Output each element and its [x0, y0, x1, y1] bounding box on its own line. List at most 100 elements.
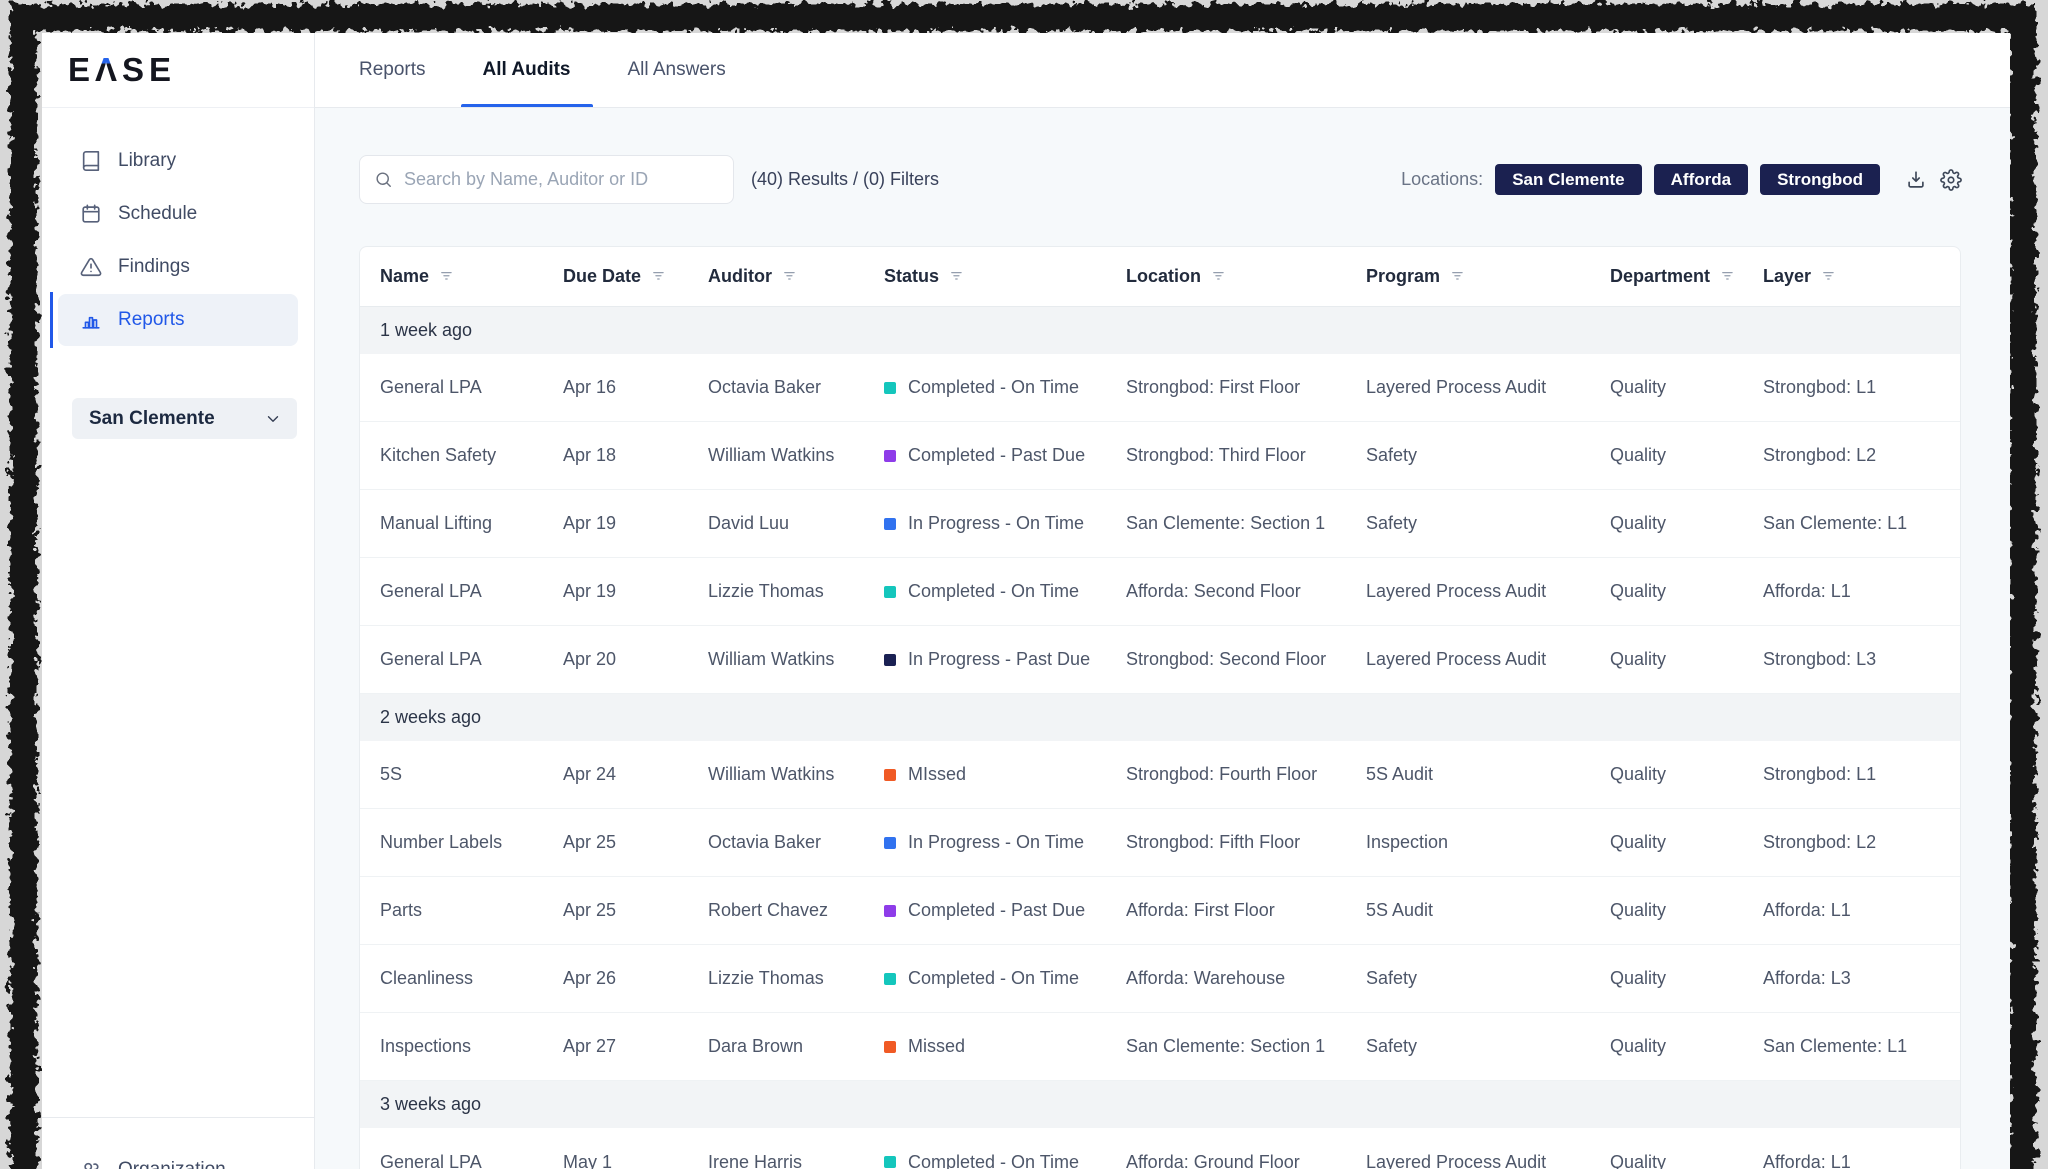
column-header-layer[interactable]: Layer [1763, 266, 1961, 287]
table-row[interactable]: Cleanliness Apr 26 Lizzie Thomas Complet… [360, 945, 1960, 1013]
cell-department: Quality [1610, 832, 1763, 853]
cell-status: In Progress - On Time [884, 513, 1126, 534]
audits-table: Name Due Date Auditor Status Location Pr… [359, 246, 1961, 1169]
cell-auditor: Robert Chavez [708, 900, 884, 921]
filter-icon[interactable] [1821, 268, 1838, 285]
search-input[interactable] [404, 169, 719, 190]
cell-due-date: Apr 27 [563, 1036, 708, 1057]
cell-name: Kitchen Safety [380, 445, 563, 466]
column-label: Program [1366, 266, 1440, 287]
column-header-due-date[interactable]: Due Date [563, 266, 708, 287]
sidebar-item-findings[interactable]: Findings [58, 241, 298, 293]
tab-label: All Answers [628, 59, 726, 81]
status-color-square [884, 973, 896, 985]
tab-all-audits[interactable]: All Audits [483, 33, 571, 107]
cell-auditor: William Watkins [708, 764, 884, 785]
sidebar-item-library[interactable]: Library [58, 135, 298, 187]
sidebar-bottom: Organization [42, 1117, 314, 1169]
sidebar-item-reports[interactable]: Reports [58, 294, 298, 346]
status-color-square [884, 1156, 896, 1168]
column-label: Auditor [708, 266, 772, 287]
cell-name: 5S [380, 764, 563, 785]
cell-department: Quality [1610, 649, 1763, 670]
cell-name: General LPA [380, 581, 563, 602]
column-label: Layer [1763, 266, 1811, 287]
table-row[interactable]: Number Labels Apr 25 Octavia Baker In Pr… [360, 809, 1960, 877]
ease-logo: EΛSE [68, 51, 176, 89]
table-row[interactable]: General LPA May 1 Irene Harris Completed… [360, 1128, 1960, 1169]
filter-icon[interactable] [1211, 268, 1228, 285]
cell-program: Safety [1366, 513, 1610, 534]
sidebar-location-selector[interactable]: San Clemente [72, 398, 297, 439]
cell-program: Safety [1366, 968, 1610, 989]
sidebar-item-label: Library [118, 150, 176, 172]
column-label: Status [884, 266, 939, 287]
filter-icon[interactable] [1450, 268, 1467, 285]
cell-auditor: Octavia Baker [708, 377, 884, 398]
group-header: 3 weeks ago [360, 1081, 1960, 1128]
table-row[interactable]: Inspections Apr 27 Dara Brown Missed San… [360, 1013, 1960, 1081]
settings-button[interactable] [1940, 169, 1962, 191]
cell-program: 5S Audit [1366, 764, 1610, 785]
cell-status: Completed - Past Due [884, 445, 1126, 466]
sidebar-item-label: Organization [118, 1159, 226, 1169]
sidebar-item-schedule[interactable]: Schedule [58, 188, 298, 240]
cell-department: Quality [1610, 1152, 1763, 1169]
cell-status: In Progress - Past Due [884, 649, 1126, 670]
cell-department: Quality [1610, 968, 1763, 989]
cell-location: San Clemente: Section 1 [1126, 1036, 1366, 1057]
cell-location: San Clemente: Section 1 [1126, 513, 1366, 534]
table-row[interactable]: 5S Apr 24 William Watkins MIssed Strongb… [360, 741, 1960, 809]
column-header-department[interactable]: Department [1610, 266, 1763, 287]
column-header-status[interactable]: Status [884, 266, 1126, 287]
tab-bar: Reports All Audits All Answers [315, 33, 2010, 108]
results-summary: (40) Results / (0) Filters [751, 169, 939, 190]
table-row[interactable]: Manual Lifting Apr 19 David Luu In Progr… [360, 490, 1960, 558]
location-button-strongbod[interactable]: Strongbod [1760, 164, 1880, 195]
column-header-location[interactable]: Location [1126, 266, 1366, 287]
filter-icon[interactable] [782, 268, 799, 285]
column-header-name[interactable]: Name [380, 266, 563, 287]
tab-all-answers[interactable]: All Answers [628, 33, 726, 107]
status-color-square [884, 1041, 896, 1053]
column-label: Location [1126, 266, 1201, 287]
location-button-san-clemente[interactable]: San Clemente [1495, 164, 1641, 195]
cell-program: Inspection [1366, 832, 1610, 853]
filter-icon[interactable] [1720, 268, 1737, 285]
cell-due-date: Apr 25 [563, 832, 708, 853]
sidebar: EΛSE Library Schedule Findings Reports S… [42, 33, 315, 1169]
table-row[interactable]: Kitchen Safety Apr 18 William Watkins Co… [360, 422, 1960, 490]
filter-icon[interactable] [949, 268, 966, 285]
sidebar-item-organization[interactable]: Organization [58, 1144, 298, 1169]
cell-due-date: Apr 20 [563, 649, 708, 670]
status-label: In Progress - On Time [908, 513, 1084, 534]
sidebar-item-label: Findings [118, 256, 190, 278]
tab-reports[interactable]: Reports [359, 33, 426, 107]
search-box[interactable] [359, 155, 734, 204]
cell-layer: Afforda: L1 [1763, 581, 1961, 602]
column-header-auditor[interactable]: Auditor [708, 266, 884, 287]
table-row[interactable]: Parts Apr 25 Robert Chavez Completed - P… [360, 877, 1960, 945]
location-button-afforda[interactable]: Afforda [1654, 164, 1748, 195]
column-header-program[interactable]: Program [1366, 266, 1610, 287]
status-color-square [884, 518, 896, 530]
table-row[interactable]: General LPA Apr 20 William Watkins In Pr… [360, 626, 1960, 694]
download-button[interactable] [1905, 169, 1927, 191]
cell-location: Strongbod: Fourth Floor [1126, 764, 1366, 785]
filter-icon[interactable] [439, 268, 456, 285]
status-color-square [884, 586, 896, 598]
filter-icon[interactable] [651, 268, 668, 285]
cell-due-date: Apr 18 [563, 445, 708, 466]
content-area: (40) Results / (0) Filters Locations: Sa… [315, 108, 2010, 1169]
main-area: Reports All Audits All Answers (40) Result… [315, 33, 2010, 1169]
cell-layer: Strongbod: L1 [1763, 377, 1961, 398]
status-label: In Progress - Past Due [908, 649, 1090, 670]
sidebar-item-label: Schedule [118, 203, 197, 225]
table-row[interactable]: General LPA Apr 19 Lizzie Thomas Complet… [360, 558, 1960, 626]
table-row[interactable]: General LPA Apr 16 Octavia Baker Complet… [360, 354, 1960, 422]
cell-location: Strongbod: First Floor [1126, 377, 1366, 398]
cell-due-date: Apr 19 [563, 513, 708, 534]
cell-name: General LPA [380, 377, 563, 398]
cell-status: Missed [884, 1036, 1126, 1057]
cell-name: Inspections [380, 1036, 563, 1057]
